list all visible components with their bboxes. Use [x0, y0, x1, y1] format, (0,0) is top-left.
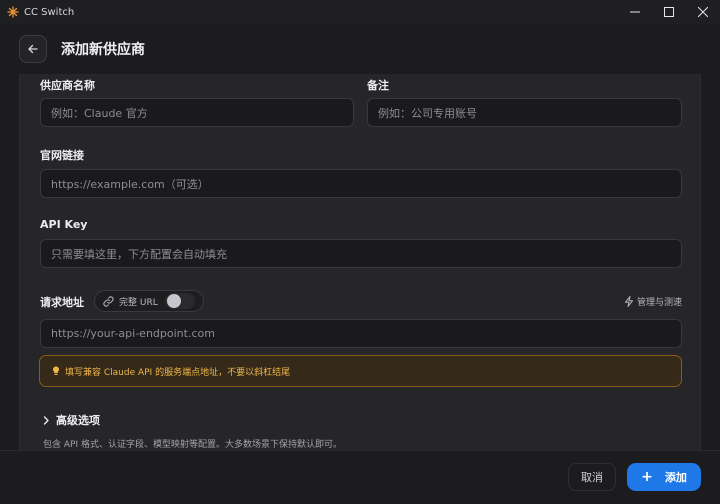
footer-bar: 取消 + 添加	[0, 450, 720, 504]
back-button[interactable]	[19, 35, 47, 63]
website-placeholder: https://example.com（可选）	[51, 177, 209, 191]
switch-knob	[166, 294, 181, 308]
endpoint-hint-text: 填写兼容 Claude API 的服务端点地址，不要以斜杠结尾	[65, 367, 291, 378]
cancel-button[interactable]: 取消	[568, 463, 616, 491]
provider-name-placeholder: 例如：Claude 官方	[51, 106, 148, 120]
add-label: 添加	[664, 471, 687, 484]
endpoint-hint: 填写兼容 Claude API 的服务端点地址，不要以斜杠结尾	[39, 355, 682, 387]
endpoint-label: 请求地址	[40, 296, 84, 309]
link-icon	[103, 295, 114, 307]
provider-name-input[interactable]: 例如：Claude 官方	[40, 98, 354, 127]
api-key-label: API Key	[40, 218, 88, 231]
add-button[interactable]: + 添加	[627, 463, 701, 491]
app-title: CC Switch	[24, 6, 75, 18]
website-input[interactable]: https://example.com（可选）	[40, 169, 682, 198]
close-button[interactable]	[686, 0, 720, 24]
api-key-placeholder: 只需要填这里，下方配置会自动填充	[51, 247, 227, 261]
website-label: 官网链接	[40, 149, 84, 162]
full-url-label: 完整 URL	[119, 297, 158, 308]
chevron-right-icon	[42, 415, 50, 425]
app-logo-icon	[6, 5, 20, 19]
page-title: 添加新供应商	[61, 42, 145, 58]
manage-speedtest-button[interactable]: 管理与测速	[624, 295, 682, 308]
notes-placeholder: 例如：公司专用账号	[378, 106, 477, 120]
manage-speedtest-label: 管理与测速	[636, 298, 682, 308]
cancel-label: 取消	[581, 471, 603, 484]
endpoint-placeholder: https://your-api-endpoint.com	[51, 327, 215, 340]
full-url-switch[interactable]	[164, 293, 195, 309]
maximize-icon	[664, 7, 674, 17]
minimize-button[interactable]	[618, 0, 652, 24]
api-key-input[interactable]: 只需要填这里，下方配置会自动填充	[40, 239, 682, 268]
notes-input[interactable]: 例如：公司专用账号	[367, 98, 682, 127]
advanced-options-description: 包含 API 格式、认证字段、模型映射等配置。大多数场景下保持默认即可。	[43, 440, 342, 450]
arrow-left-icon	[28, 44, 38, 54]
provider-form[interactable]: 供应商名称 例如：Claude 官方 备注 例如：公司专用账号 官网链接 htt…	[19, 74, 701, 450]
lightning-icon	[624, 296, 634, 307]
window-controls	[618, 0, 720, 24]
full-url-toggle[interactable]: 完整 URL	[94, 290, 204, 312]
endpoint-input[interactable]: https://your-api-endpoint.com	[40, 319, 682, 348]
provider-name-label: 供应商名称	[40, 79, 95, 92]
minimize-icon	[630, 11, 640, 13]
close-icon	[698, 7, 708, 17]
plus-icon: +	[641, 469, 653, 485]
maximize-button[interactable]	[652, 0, 686, 24]
advanced-options-toggle[interactable]: 高级选项	[42, 412, 100, 428]
lightbulb-icon	[52, 366, 60, 376]
title-bar: CC Switch	[0, 0, 720, 24]
notes-label: 备注	[367, 79, 389, 92]
advanced-options-label: 高级选项	[56, 414, 100, 427]
page-header: 添加新供应商	[0, 24, 720, 74]
